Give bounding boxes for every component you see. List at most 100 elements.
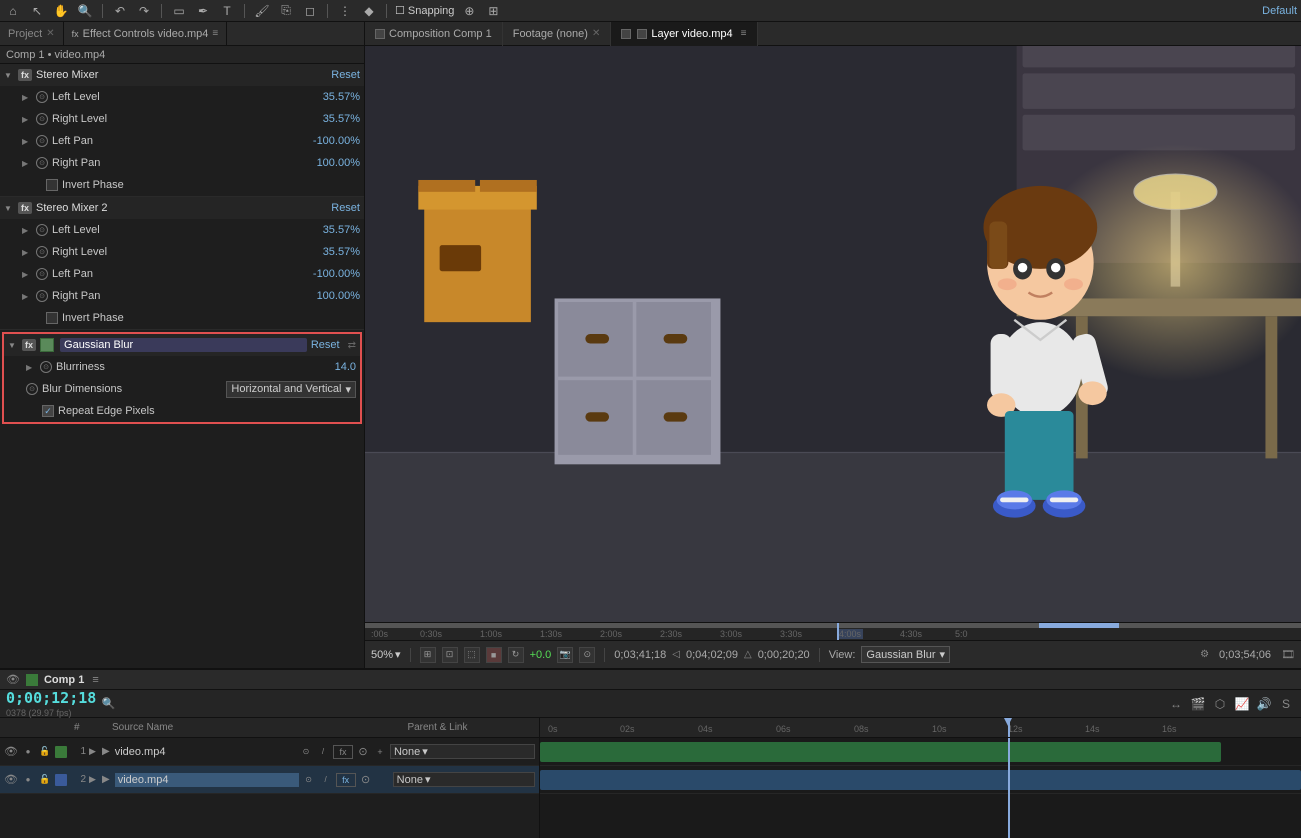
sm2-lp-expand[interactable]: ▶ xyxy=(22,270,32,279)
layer2-expand[interactable]: ▶ xyxy=(89,774,99,785)
tl-snap-icon[interactable]: ↔ xyxy=(1167,695,1185,713)
link-icon[interactable]: ⇄ xyxy=(348,340,356,351)
shape-icon[interactable]: ◆ xyxy=(360,2,378,20)
repeat-edge-checkbox[interactable]: ✓ xyxy=(42,405,54,417)
sm1-rl-expand[interactable]: ▶ xyxy=(22,115,32,124)
tl-graph-icon[interactable]: 📈 xyxy=(1233,695,1251,713)
eraser-icon[interactable]: ◻ xyxy=(301,2,319,20)
home-icon[interactable]: ⌂ xyxy=(4,2,22,20)
puppet-icon[interactable]: ⋮ xyxy=(336,2,354,20)
sm1-rp-value[interactable]: 100.00% xyxy=(300,157,360,169)
tab-layer[interactable]: Layer video.mp4 ≡ xyxy=(611,22,757,46)
tl-solo-icon[interactable]: S xyxy=(1277,695,1295,713)
sm2-rl-expand[interactable]: ▶ xyxy=(22,248,32,257)
layer2-solo[interactable]: ● xyxy=(21,773,35,787)
sm1-rl-stopwatch[interactable]: ⊙ xyxy=(36,113,48,125)
layer1-sw2[interactable]: / xyxy=(316,745,330,759)
grid-icon[interactable]: ⊞ xyxy=(484,2,502,20)
viewer-camera-icon[interactable]: 📷 xyxy=(557,647,573,663)
viewer-capture-icon[interactable]: ⊙ xyxy=(579,647,595,663)
blur-stopwatch[interactable]: ⊙ xyxy=(40,361,52,373)
tl-audio-icon[interactable]: 🔊 xyxy=(1255,695,1273,713)
viewer-3d-icon[interactable]: ⬚ xyxy=(464,647,480,663)
layer2-sw3[interactable]: ⊙ xyxy=(359,773,373,787)
viewer-film-icon[interactable]: 🎞 xyxy=(1281,648,1295,661)
layer1-parent-dropdown[interactable]: None ▾ xyxy=(390,744,535,759)
layer1-sw1[interactable]: ⊙ xyxy=(299,745,313,759)
gaussian-blur-header[interactable]: ▼ fx Gaussian Blur Reset ⇄ xyxy=(4,334,360,356)
clone-icon[interactable]: ⎘ xyxy=(277,2,295,20)
layer2-sw2[interactable]: / xyxy=(319,773,333,787)
gaussian-blur-reset[interactable]: Reset xyxy=(311,339,340,351)
pen-tool-icon[interactable]: ✒ xyxy=(194,2,212,20)
search-icon[interactable]: 🔍 xyxy=(100,696,116,712)
sm2-rl-stopwatch[interactable]: ⊙ xyxy=(36,246,48,258)
sm1-lp-value[interactable]: -100.00% xyxy=(300,135,360,147)
sm2-ll-value[interactable]: 35.57% xyxy=(300,224,360,236)
layer1-lock[interactable]: 🔓 xyxy=(38,745,52,759)
sm1-rp-expand[interactable]: ▶ xyxy=(22,159,32,168)
sm2-rp-stopwatch[interactable]: ⊙ xyxy=(36,290,48,302)
layer1-visibility[interactable]: 👁 xyxy=(4,745,18,759)
stereo-mixer-1-header[interactable]: ▼ fx Stereo Mixer Reset xyxy=(0,64,364,86)
sm1-lp-stopwatch[interactable]: ⊙ xyxy=(36,135,48,147)
stereo-mixer-2-reset[interactable]: Reset xyxy=(331,202,360,214)
blur-dimensions-dropdown[interactable]: Horizontal and Vertical ▾ xyxy=(226,381,356,398)
project-tab-close[interactable]: ✕ xyxy=(46,28,54,39)
sm2-lp-stopwatch[interactable]: ⊙ xyxy=(36,268,48,280)
tl-keyframe-icon[interactable]: ⬡ xyxy=(1211,695,1229,713)
sm2-invert-phase-checkbox[interactable] xyxy=(46,312,58,324)
layer2-fx-btn[interactable]: fx xyxy=(336,773,356,787)
tab-footage[interactable]: Footage (none) ✕ xyxy=(503,22,612,46)
layer-tab-menu[interactable]: ≡ xyxy=(741,28,747,39)
viewer-settings-icon[interactable]: ⚙ xyxy=(1200,649,1209,660)
blur-dim-stopwatch[interactable]: ⊙ xyxy=(26,383,38,395)
sm2-ll-stopwatch[interactable]: ⊙ xyxy=(36,224,48,236)
redo-icon[interactable]: ↷ xyxy=(135,2,153,20)
layer2-sw4[interactable] xyxy=(376,773,390,787)
stereo-mixer-2-header[interactable]: ▼ fx Stereo Mixer 2 Reset xyxy=(0,197,364,219)
hand-icon[interactable]: ✋ xyxy=(52,2,70,20)
rect-tool-icon[interactable]: ▭ xyxy=(170,2,188,20)
main-timecode[interactable]: 0;00;12;18 xyxy=(6,689,96,707)
rotate-icon[interactable]: ↶ xyxy=(111,2,129,20)
sm2-rp-value[interactable]: 100.00% xyxy=(300,290,360,302)
tab-effect-controls[interactable]: fx Effect Controls video.mp4 ≡ xyxy=(64,22,228,46)
text-tool-icon[interactable]: T xyxy=(218,2,236,20)
comp-panel-menu[interactable]: ≡ xyxy=(92,674,98,686)
view-select[interactable]: Gaussian Blur ▾ xyxy=(861,646,950,663)
sm1-rl-value[interactable]: 35.57% xyxy=(300,113,360,125)
brush-icon[interactable]: 🖌 xyxy=(253,2,271,20)
layer2-sw1[interactable]: ⊙ xyxy=(302,773,316,787)
layer2-visibility[interactable]: 👁 xyxy=(4,773,18,787)
viewer-grid-icon[interactable]: ⊞ xyxy=(420,647,436,663)
sm2-lp-value[interactable]: -100.00% xyxy=(300,268,360,280)
layer1-sw4[interactable]: + xyxy=(373,745,387,759)
layer1-expand[interactable]: ▶ xyxy=(89,746,99,757)
sm1-rp-stopwatch[interactable]: ⊙ xyxy=(36,157,48,169)
panel-menu-icon[interactable]: ≡ xyxy=(212,28,218,39)
blur-expand[interactable]: ▶ xyxy=(26,363,36,372)
stereo-mixer-1-reset[interactable]: Reset xyxy=(331,69,360,81)
layer1-sw3[interactable]: ⊙ xyxy=(356,745,370,759)
snapping-icon[interactable]: ⊕ xyxy=(460,2,478,20)
layer1-solo[interactable]: ● xyxy=(21,745,35,759)
footage-close-icon[interactable]: ✕ xyxy=(592,28,600,39)
tab-composition[interactable]: Composition Comp 1 xyxy=(365,22,503,46)
viewer-color-icon[interactable]: ■ xyxy=(486,647,502,663)
sm1-invert-phase-checkbox[interactable] xyxy=(46,179,58,191)
sm1-lp-expand[interactable]: ▶ xyxy=(22,137,32,146)
sm1-ll-value[interactable]: 35.57% xyxy=(300,91,360,103)
sm1-ll-expand[interactable]: ▶ xyxy=(22,93,32,102)
viewer-sync-icon[interactable]: ↻ xyxy=(508,647,524,663)
snapping-checkbox[interactable]: ☐ Snapping xyxy=(395,4,454,17)
tl-motion-icon[interactable]: 🎬 xyxy=(1189,695,1207,713)
sm1-ll-stopwatch[interactable]: ⊙ xyxy=(36,91,48,103)
comp-panel-eye-icon[interactable]: 👁 xyxy=(6,673,20,686)
viewer-safe-icon[interactable]: ⊡ xyxy=(442,647,458,663)
tab-project[interactable]: Project ✕ xyxy=(0,22,64,46)
blurriness-value[interactable]: 14.0 xyxy=(296,361,356,373)
zoom-select[interactable]: 50% ▾ xyxy=(371,648,401,661)
sm2-rp-expand[interactable]: ▶ xyxy=(22,292,32,301)
layer1-fx-btn[interactable]: fx xyxy=(333,745,353,759)
